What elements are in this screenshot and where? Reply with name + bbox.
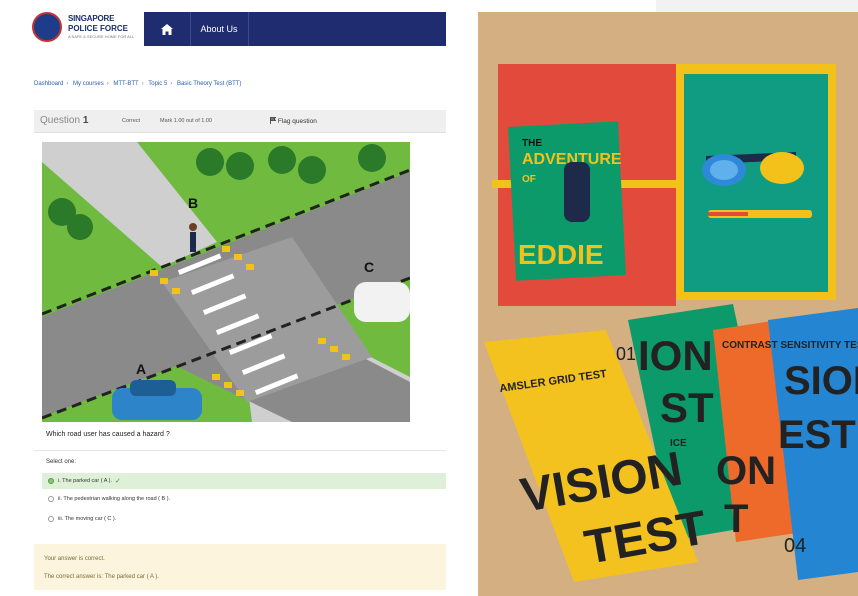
divider xyxy=(34,450,446,451)
answer-feedback: Your answer is correct. The correct answ… xyxy=(34,544,446,590)
answer-option-1[interactable]: i. The parked car ( A ). ✓ xyxy=(42,473,446,489)
road-hazard-illustration: B A C xyxy=(42,142,410,422)
card3-fragment-2: T xyxy=(724,497,748,541)
flag-icon xyxy=(270,117,277,124)
breadcrumb-item[interactable]: Dashboard xyxy=(34,81,63,87)
scene-label-b: B xyxy=(188,195,198,211)
question-number: Question 1 xyxy=(40,115,89,126)
card2-fragment-1: ION xyxy=(638,332,713,379)
question-mark: Mark 1.00 out of 1.00 xyxy=(160,118,212,124)
card3-title: CONTRAST SENSITIVITY TEST xyxy=(722,340,858,351)
question-state: Correct xyxy=(122,118,141,124)
breadcrumb-item[interactable]: Basic Theory Test (BTT) xyxy=(177,81,241,87)
radio-button[interactable] xyxy=(48,478,54,484)
quiz-page: SINGAPORE POLICE FORCE A SAFE & SECURE H… xyxy=(0,0,458,596)
book-title-1: THE xyxy=(522,138,542,149)
home-icon xyxy=(161,23,173,35)
vision-test-kit-photo: THE ADVENTURE OF EDDIE AMSLER GRID TEST … xyxy=(478,12,858,596)
spf-logo[interactable]: SINGAPORE POLICE FORCE A SAFE & SECURE H… xyxy=(30,10,140,48)
check-icon: ✓ xyxy=(115,478,121,485)
flag-question-button[interactable]: Flag question xyxy=(270,117,317,125)
breadcrumb-item[interactable]: Topic 5 xyxy=(148,81,167,87)
feedback-result: Your answer is correct. xyxy=(44,556,105,562)
book-title-4: EDDIE xyxy=(518,239,604,270)
card2-fragment-2: ST xyxy=(660,384,714,431)
card4-fragment-2: EST xyxy=(778,413,856,457)
answer-option-2[interactable]: ii. The pedestrian walking along the roa… xyxy=(42,491,446,507)
police-crest-icon xyxy=(32,12,62,42)
page-corner xyxy=(656,0,858,12)
select-one-label: Select one: xyxy=(46,459,77,465)
card3-fragment-1: ON xyxy=(716,449,776,493)
top-nav: About Us xyxy=(144,12,446,46)
site-header: SINGAPORE POLICE FORCE A SAFE & SECURE H… xyxy=(0,0,446,56)
scene-label-a: A xyxy=(136,361,146,377)
breadcrumb: Dashboard › My courses › MTT-BTT › Topic 5 ›… xyxy=(34,81,242,87)
question-prompt: Which road user has caused a hazard ? xyxy=(46,431,170,438)
answer-option-3[interactable]: iii. The moving car ( C ). xyxy=(42,511,446,527)
card4-fragment-1: SION xyxy=(784,359,858,403)
card2-fragment-3: ICE xyxy=(670,438,687,449)
feedback-correct-answer: The correct answer is: The parked car ( … xyxy=(44,574,159,580)
radio-button[interactable] xyxy=(48,516,54,522)
radio-button[interactable] xyxy=(48,496,54,502)
logo-text-line1: SINGAPORE xyxy=(68,14,115,23)
book-title-3: OF xyxy=(522,174,536,185)
nav-about-us[interactable]: About Us xyxy=(190,12,249,46)
logo-tagline: A SAFE & SECURE HOME FOR ALL xyxy=(68,34,135,39)
breadcrumb-item[interactable]: MTT-BTT xyxy=(113,81,138,87)
card1-number: 01 xyxy=(616,344,636,364)
logo-text-line2: POLICE FORCE xyxy=(68,24,129,33)
nav-home[interactable] xyxy=(144,12,191,46)
breadcrumb-item[interactable]: My courses xyxy=(73,81,104,87)
question-info-bar: Question 1 Correct Mark 1.00 out of 1.00… xyxy=(34,110,446,133)
scene-label-c: C xyxy=(364,259,374,275)
card4-number: 04 xyxy=(784,535,806,557)
